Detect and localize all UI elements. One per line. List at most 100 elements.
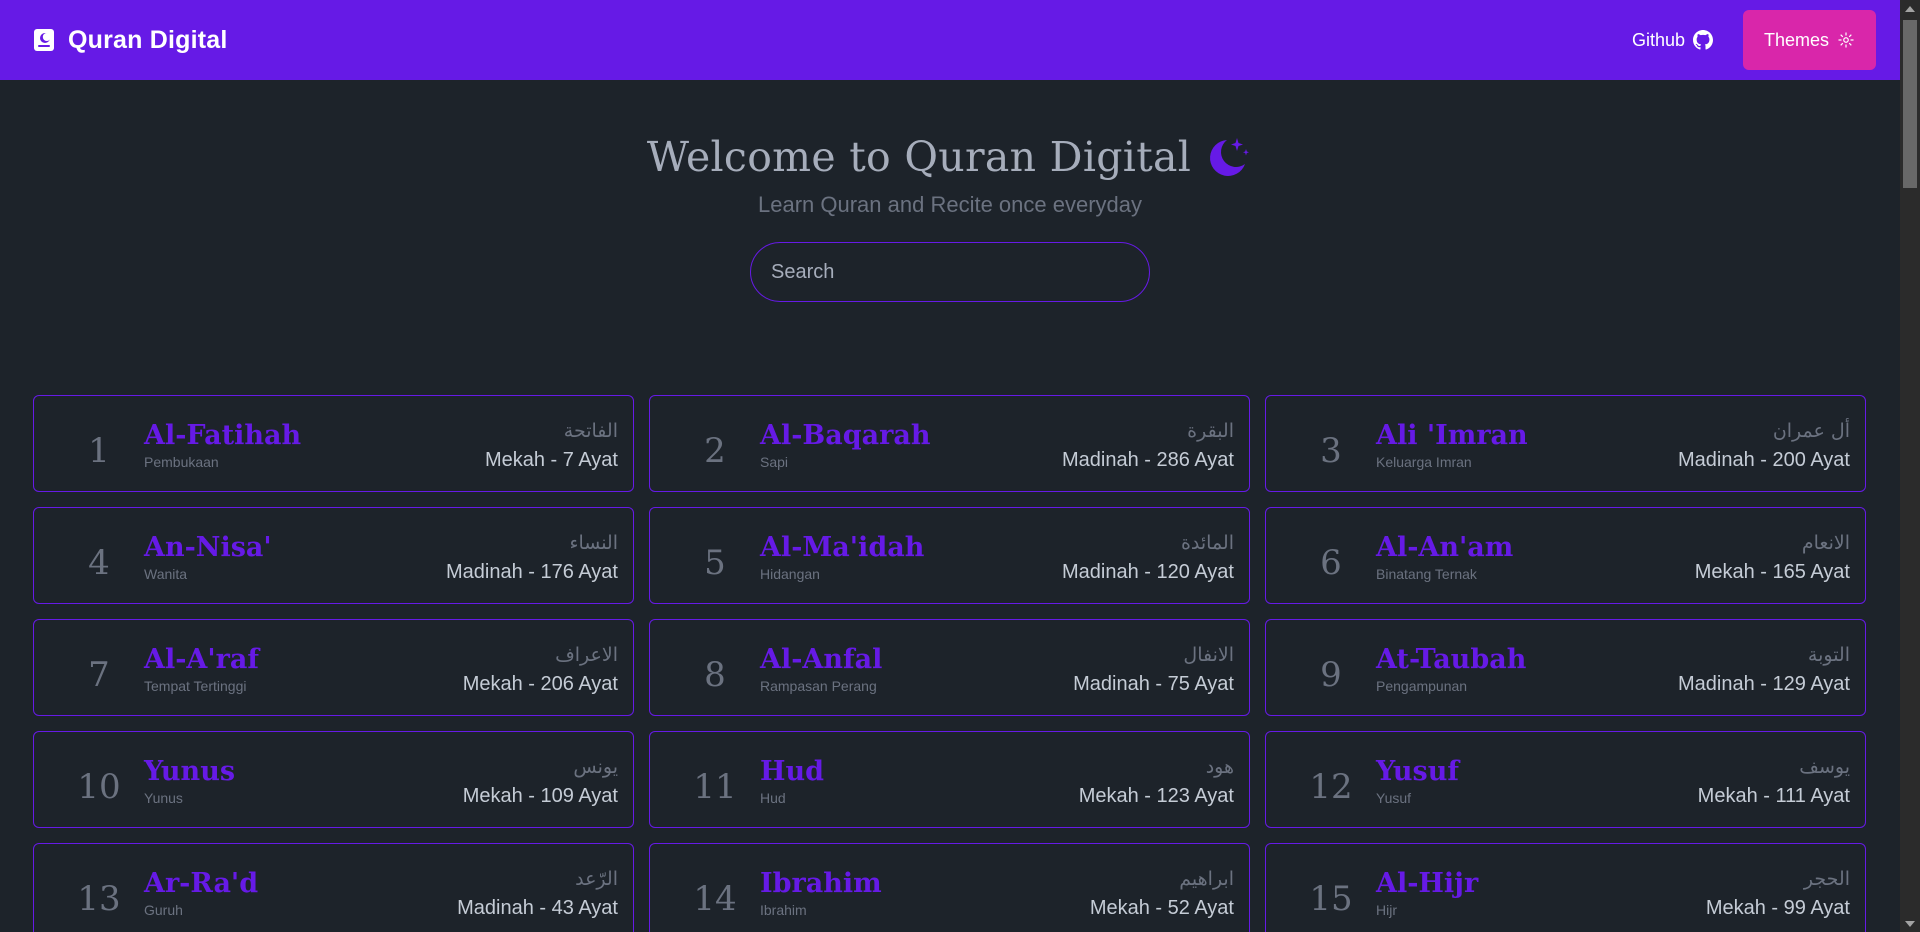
surah-card[interactable]: 14 Ibrahim Ibrahim ابراهيم Mekah - 52 Ayat	[649, 843, 1250, 932]
surah-arabic-name: الحجر	[1803, 868, 1850, 890]
surah-number: 10	[77, 766, 121, 807]
scroll-down-arrow-icon[interactable]	[1900, 915, 1920, 932]
surah-title-block: Al-Fatihah Pembukaan	[144, 418, 485, 470]
surah-arabic-name: أل عمران	[1772, 420, 1850, 442]
surah-arabic-name: البقرة	[1187, 420, 1234, 442]
surah-title-block: An-Nisa' Wanita	[144, 530, 446, 582]
surah-title-block: Al-Ma'idah Hidangan	[760, 530, 1062, 582]
surah-arabic-name: يوسف	[1799, 756, 1850, 778]
surah-card[interactable]: 5 Al-Ma'idah Hidangan المائدة Madinah - 120 …	[649, 507, 1250, 604]
surah-card[interactable]: 8 Al-Anfal Rampasan Perang الانفال Madinah -…	[649, 619, 1250, 716]
surah-number: 1	[88, 430, 110, 471]
surah-title-block: Al-Anfal Rampasan Perang	[760, 642, 1073, 694]
surah-title-block: At-Taubah Pengampunan	[1376, 642, 1678, 694]
surah-revelation-info: Mekah - 111 Ayat	[1697, 785, 1850, 807]
github-link[interactable]: Github	[1632, 30, 1713, 51]
scrollbar-thumb[interactable]	[1903, 20, 1917, 188]
surah-name: Ali 'Imran	[1376, 419, 1528, 451]
surah-name: An-Nisa'	[144, 531, 272, 563]
surah-title-block: Al-Hijr Hijr	[1376, 866, 1706, 918]
surah-info-block: الانعام Mekah - 165 Ayat	[1695, 527, 1865, 584]
search-wrapper	[0, 242, 1900, 302]
surah-name: Al-Anfal	[760, 643, 883, 675]
surah-info-block: البقرة Madinah - 286 Ayat	[1062, 415, 1249, 472]
surah-card[interactable]: 3 Ali 'Imran Keluarga Imran أل عمران Madinah…	[1265, 395, 1866, 492]
surah-card[interactable]: 1 Al-Fatihah Pembukaan الفاتحة Mekah - 7 Aya…	[33, 395, 634, 492]
surah-title-block: Yunus Yunus	[144, 754, 463, 806]
surah-name: Al-An'am	[1376, 531, 1514, 563]
surah-translation: Yunus	[144, 789, 183, 806]
surah-arabic-name: الاعراف	[555, 644, 618, 666]
surah-revelation-info: Madinah - 43 Ayat	[457, 897, 618, 919]
surah-revelation-info: Madinah - 176 Ayat	[446, 561, 618, 583]
surah-title-block: Al-A'raf Tempat Tertinggi	[144, 642, 463, 694]
surah-title-block: Ar-Ra'd Guruh	[144, 866, 457, 918]
surah-title-block: Hud Hud	[760, 754, 1079, 806]
surah-translation: Ibrahim	[760, 901, 807, 918]
surah-number: 13	[77, 878, 121, 919]
surah-translation: Hijr	[1376, 901, 1397, 918]
surah-revelation-info: Mekah - 109 Ayat	[462, 785, 618, 807]
surah-card[interactable]: 15 Al-Hijr Hijr الحجر Mekah - 99 Ayat	[1265, 843, 1866, 932]
surah-number: 7	[88, 654, 110, 695]
surah-card[interactable]: 11 Hud Hud هود Mekah - 123 Ayat	[649, 731, 1250, 828]
surah-card[interactable]: 4 An-Nisa' Wanita النساء Madinah - 176 Ayat	[33, 507, 634, 604]
surah-arabic-name: التوبة	[1807, 644, 1850, 666]
hero-section: Welcome to Quran Digital Learn Quran and…	[0, 80, 1900, 302]
surah-translation: Sapi	[760, 453, 789, 470]
surah-card[interactable]: 2 Al-Baqarah Sapi البقرة Madinah - 286 Ayat	[649, 395, 1250, 492]
surah-arabic-name: المائدة	[1180, 532, 1234, 554]
surah-info-block: يوسف Mekah - 111 Ayat	[1698, 751, 1865, 808]
surah-card[interactable]: 10 Yunus Yunus يونس Mekah - 109 Ayat	[33, 731, 634, 828]
page-scrollbar[interactable]	[1900, 0, 1920, 932]
surah-info-block: المائدة Madinah - 120 Ayat	[1062, 527, 1249, 584]
surah-arabic-name: النساء	[569, 532, 618, 554]
surah-card[interactable]: 12 Yusuf Yusuf يوسف Mekah - 111 Ayat	[1265, 731, 1866, 828]
surah-info-block: أل عمران Madinah - 200 Ayat	[1678, 415, 1865, 472]
surah-name: Al-Hijr	[1376, 867, 1479, 899]
surah-translation: Pengampunan	[1376, 677, 1468, 694]
surah-number: 8	[704, 654, 726, 695]
surah-revelation-info: Madinah - 129 Ayat	[1678, 673, 1850, 695]
surah-name: Ibrahim	[760, 867, 882, 899]
surah-number: 2	[704, 430, 726, 471]
github-label: Github	[1631, 29, 1685, 50]
nav-actions: Github Themes	[1632, 10, 1876, 70]
surah-title-block: Al-An'am Binatang Ternak	[1376, 530, 1695, 582]
surah-name: Al-Baqarah	[760, 419, 931, 451]
surah-revelation-info: Madinah - 286 Ayat	[1062, 449, 1234, 471]
page-subtitle: Learn Quran and Recite once everyday	[757, 192, 1142, 217]
surah-title-block: Ibrahim Ibrahim	[760, 866, 1090, 918]
brand-link[interactable]: Quran Digital	[32, 26, 228, 55]
surah-revelation-info: Mekah - 165 Ayat	[1694, 561, 1850, 583]
surah-revelation-info: Mekah - 7 Ayat	[484, 449, 618, 471]
surah-info-block: الانفال Madinah - 75 Ayat	[1073, 639, 1249, 696]
scroll-up-arrow-icon[interactable]	[1900, 0, 1920, 17]
surah-name: Al-A'raf	[144, 643, 259, 675]
themes-button[interactable]: Themes	[1743, 10, 1876, 70]
surah-arabic-name: هود	[1205, 756, 1234, 778]
surah-name: Hud	[760, 755, 825, 787]
surah-translation: Wanita	[144, 565, 188, 582]
surah-card[interactable]: 13 Ar-Ra'd Guruh الرّعد Madinah - 43 Ayat	[33, 843, 634, 932]
surah-arabic-name: ابراهيم	[1179, 868, 1234, 890]
surah-name: Yunus	[144, 755, 236, 787]
surah-translation: Tempat Tertinggi	[144, 677, 247, 694]
surah-grid: 1 Al-Fatihah Pembukaan الفاتحة Mekah - 7 Aya…	[33, 395, 1866, 932]
search-input[interactable]	[750, 242, 1150, 302]
surah-info-block: التوبة Madinah - 129 Ayat	[1678, 639, 1865, 696]
surah-number: 15	[1309, 878, 1353, 919]
surah-card[interactable]: 7 Al-A'raf Tempat Tertinggi الاعراف Mekah - …	[33, 619, 634, 716]
surah-name: Al-Ma'idah	[760, 531, 925, 563]
surah-arabic-name: يونس	[573, 756, 618, 778]
surah-arabic-name: الفاتحة	[563, 420, 618, 442]
surah-card[interactable]: 9 At-Taubah Pengampunan التوبة Madinah - 129…	[1265, 619, 1866, 716]
themes-label: Themes	[1763, 29, 1830, 50]
page: Quran Digital Github Themes Welcome to Q…	[0, 0, 1920, 932]
surah-number: 14	[693, 878, 737, 919]
surah-translation: Hidangan	[760, 565, 820, 582]
surah-info-block: ابراهيم Mekah - 52 Ayat	[1090, 863, 1249, 920]
surah-name: Al-Fatihah	[144, 419, 302, 451]
surah-card[interactable]: 6 Al-An'am Binatang Ternak الانعام Mekah - 1…	[1265, 507, 1866, 604]
navbar: Quran Digital Github Themes	[0, 0, 1900, 80]
